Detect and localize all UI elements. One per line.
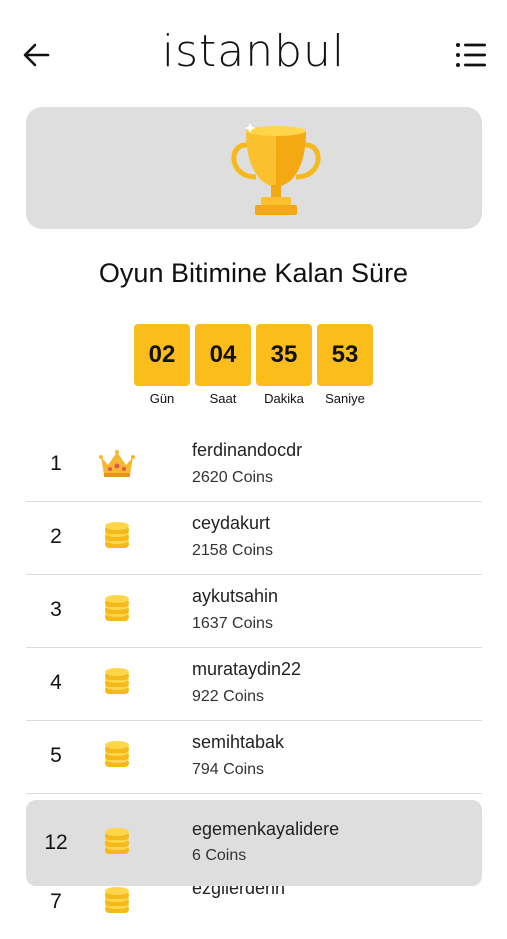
leaderboard-row[interactable]: 4 murataydin22 922 Coins: [26, 647, 482, 721]
rank-number: 3: [50, 598, 62, 621]
coins-icon: [105, 668, 129, 694]
coin-count: 6 Coins: [192, 847, 247, 864]
coins-icon: [105, 828, 129, 854]
username: semihtabak: [192, 732, 285, 752]
page-title: istanbul: [161, 26, 346, 77]
days-value: 02: [134, 324, 190, 386]
leaderboard-row[interactable]: 2 ceydakurt 2158 Coins: [26, 501, 482, 575]
minutes-label: Dakika: [264, 391, 304, 406]
coins-icon: [105, 741, 129, 767]
hours-label: Saat: [209, 391, 237, 406]
minutes-value: 35: [256, 324, 312, 386]
username: murataydin22: [192, 659, 302, 679]
leaderboard-row[interactable]: 3 aykutsahin 1637 Coins: [26, 574, 482, 648]
coin-count: 2620 Coins: [192, 469, 273, 486]
trophy-icon: [231, 123, 321, 215]
coins-icon: [105, 887, 129, 913]
countdown-title: Oyun Bitimine Kalan Süre: [98, 258, 409, 288]
rank-number: 5: [50, 744, 62, 767]
hours-value: 04: [195, 324, 251, 386]
seconds-value: 53: [317, 324, 373, 386]
rank-number: 1: [50, 452, 62, 475]
countdown-timer: 02 Gün 04 Saat 35 Dakika 53 Saniye: [134, 324, 374, 414]
rank-number: 4: [50, 671, 62, 694]
rank-number: 2: [50, 525, 62, 548]
seconds-label: Saniye: [325, 391, 365, 406]
leaderboard-row[interactable]: 5 semihtabak 794 Coins: [26, 720, 482, 794]
list-menu-icon: [456, 43, 486, 67]
coins-icon: [105, 595, 129, 621]
username: aykutsahin: [192, 586, 279, 606]
username: ferdinandocdr: [192, 440, 303, 460]
days-label: Gün: [149, 391, 175, 406]
crown-icon: [99, 450, 135, 477]
coins-icon: [105, 522, 129, 548]
header: istanbul: [0, 0, 507, 100]
coin-count: 2158 Coins: [192, 542, 273, 559]
coin-count: 794 Coins: [192, 761, 265, 778]
coin-count: 922 Coins: [192, 688, 265, 705]
rank-number: 12: [44, 831, 68, 854]
coin-count: 1637 Coins: [192, 615, 273, 632]
username: ceydakurt: [192, 513, 271, 533]
leaderboard-row[interactable]: 1 ferdinandocdr 2620 Coins: [26, 428, 482, 502]
rank-number: 7: [50, 890, 62, 913]
username: egemenkayalidere: [192, 819, 340, 839]
menu-button[interactable]: [454, 40, 488, 70]
current-user-row[interactable]: 12 egemenkayalidere 6 Coins: [26, 800, 482, 886]
trophy-card: [26, 107, 482, 229]
